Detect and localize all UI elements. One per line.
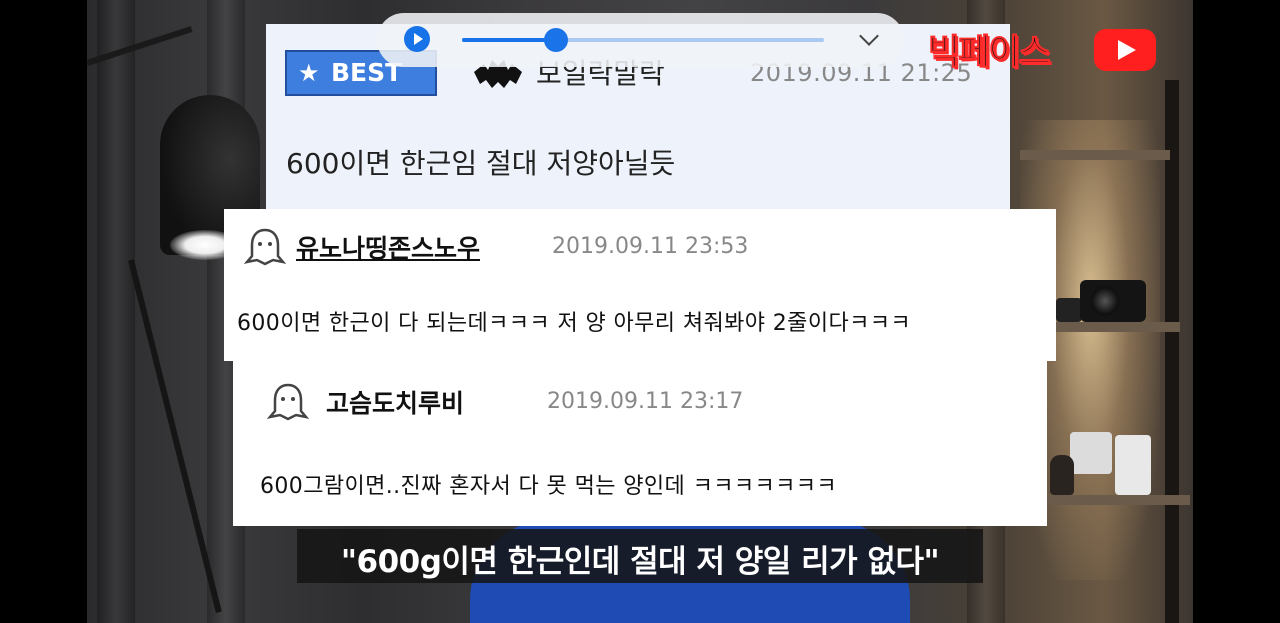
comment-text: 600이면 한근이 다 되는데ㅋㅋㅋ 저 양 아무리 쳐줘봐야 2줄이다ㅋㅋㅋ: [237, 311, 912, 336]
star-icon: ★: [298, 59, 320, 87]
shelf-board: [1020, 150, 1170, 160]
comment-text: 600그람이면..진짜 혼자서 다 못 먹는 양인데 ㅋㅋㅋㅋㅋㅋㅋ: [260, 474, 838, 499]
progress-thumb[interactable]: [544, 28, 569, 52]
camera-lens: [1090, 286, 1120, 316]
comment-text: 600이면 한근임 절대 저양아닐듯: [286, 147, 676, 180]
progress-fill: [462, 38, 557, 42]
comment-card: 유노나띵존스노우 2019.09.11 23:53 600이면 한근이 다 되는…: [224, 209, 1056, 361]
curtain-fold: [97, 0, 135, 623]
power-outlet: [1070, 432, 1112, 474]
small-camera: [1056, 298, 1082, 322]
speaker: [1115, 435, 1151, 495]
progress-slider[interactable]: [462, 28, 824, 52]
comment-card: 고슴도치루비 2019.09.11 23:17 600그람이면..진짜 혼자서 …: [233, 361, 1047, 526]
comment-date: 2019.09.11 23:17: [547, 389, 744, 414]
video-frame: 빅페이스 ★ BEST 보일락말락 2019.09.11 21:25 600이면…: [0, 0, 1280, 623]
channel-logo-text: 빅페이스: [928, 33, 1052, 74]
chevron-down-icon[interactable]: [859, 26, 879, 46]
shelf-post: [1165, 80, 1179, 623]
audio-player-bar: [377, 13, 904, 67]
shelf-board: [1040, 322, 1180, 332]
play-icon[interactable]: [404, 26, 430, 52]
shelf-board: [1040, 495, 1190, 505]
ghost-icon: [267, 383, 309, 421]
subtitle-text: "600g이면 한근인데 절대 저 양일 리가 없다": [340, 544, 940, 580]
ghost-icon: [244, 228, 286, 266]
channel-logo: 빅페이스: [928, 24, 1160, 76]
subtitle-box: "600g이면 한근인데 절대 저 양일 리가 없다": [297, 529, 983, 583]
youtube-play-icon: [1094, 29, 1156, 71]
comment-date: 2019.09.11 23:53: [552, 234, 749, 259]
bottle: [1050, 455, 1074, 495]
comment-author[interactable]: 유노나띵존스노우: [296, 229, 480, 265]
comment-author[interactable]: 고슴도치루비: [326, 384, 464, 420]
